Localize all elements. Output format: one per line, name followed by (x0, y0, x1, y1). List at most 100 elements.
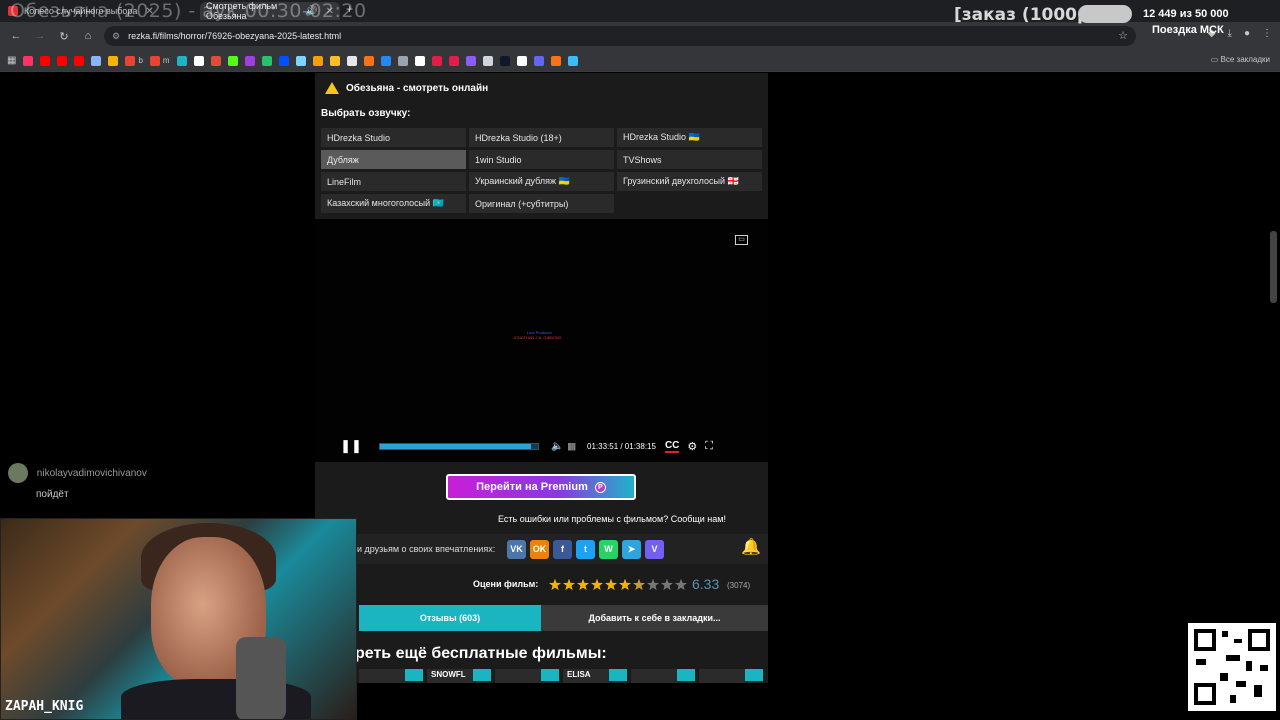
menu-icon[interactable]: ⋮ (1262, 28, 1272, 39)
viber-share-icon[interactable]: V (645, 540, 664, 559)
bookmark-item[interactable] (533, 55, 544, 66)
whatsapp-share-icon[interactable]: W (599, 540, 618, 559)
address-bar[interactable]: ⚙ rezka.fi/films/horror/76926-obezyana-2… (104, 26, 1136, 46)
dub-option[interactable]: Казахский многоголосый 🇰🇿 (321, 194, 466, 213)
rating-star[interactable] (661, 578, 673, 591)
dub-option[interactable]: HDrezka Studio 🇺🇦 (617, 128, 762, 147)
bookmark-item[interactable] (74, 55, 85, 66)
dub-option[interactable]: Дубляж (321, 150, 466, 169)
video-player[interactable]: ▭ Line Producer JONATHAN J.B. GIBBONS ❚❚… (315, 219, 768, 462)
tag-icon (397, 55, 408, 66)
vk-share-icon[interactable]: VK (507, 540, 526, 559)
fullscreen-icon[interactable]: ⛶ (705, 440, 713, 453)
bookmark-item[interactable] (23, 55, 34, 66)
rating-star[interactable] (563, 578, 575, 591)
rating-star[interactable] (633, 578, 645, 591)
bookmark-item[interactable] (567, 55, 578, 66)
bookmark-item[interactable] (193, 55, 204, 66)
rating-star[interactable] (549, 578, 561, 591)
bookmark-item[interactable] (227, 55, 238, 66)
rating-star[interactable] (605, 578, 617, 591)
bookmark-item[interactable] (414, 55, 425, 66)
bookmark-item[interactable] (91, 55, 102, 66)
bookmark-item[interactable] (312, 55, 323, 66)
dub-option[interactable]: Оригинал (+субтитры) (469, 194, 614, 213)
bookmark-item[interactable] (57, 55, 68, 66)
report-link[interactable]: Есть ошибки или проблемы с фильмом? Сооб… (498, 514, 726, 524)
bookmark-star-icon[interactable]: ☆ (1118, 29, 1128, 42)
bookmark-item[interactable] (40, 55, 51, 66)
dub-option[interactable]: HDrezka Studio (321, 128, 466, 147)
film-thumb[interactable] (699, 669, 763, 683)
bookmark-item[interactable] (108, 55, 119, 66)
scrollbar[interactable] (1270, 231, 1277, 303)
home-icon[interactable]: ⌂ (80, 28, 96, 44)
all-bookmarks-label: Все закладки (1220, 55, 1270, 64)
forward-icon[interactable]: → (32, 28, 48, 44)
bookmark-item[interactable] (176, 55, 187, 66)
rating-star[interactable] (647, 578, 659, 591)
dub-option[interactable]: 1win Studio (469, 150, 614, 169)
apps-icon[interactable]: ▦ (7, 55, 16, 66)
film-thumb[interactable]: SNOWFL (427, 669, 491, 683)
pip-icon[interactable]: ▭ (735, 235, 748, 245)
rating-star[interactable] (619, 578, 631, 591)
profile-icon[interactable]: ● (1244, 28, 1250, 39)
rating-star[interactable] (577, 578, 589, 591)
volume-slider[interactable]: ||||||| (567, 442, 575, 451)
film-thumb[interactable] (495, 669, 559, 683)
back-icon[interactable]: ← (8, 28, 24, 44)
bookmark-item[interactable] (499, 55, 510, 66)
volume-icon[interactable]: 🔈 (551, 441, 563, 452)
rating-star[interactable] (675, 578, 687, 591)
bookmark-item[interactable]: m (149, 55, 170, 66)
bell-icon[interactable]: 🔔 (738, 537, 764, 561)
film-thumb[interactable] (631, 669, 695, 683)
rating-stars[interactable] (548, 578, 688, 592)
bookmark-item[interactable] (329, 55, 340, 66)
dub-option[interactable]: HDrezka Studio (18+) (469, 128, 614, 147)
bookmark-item[interactable] (516, 55, 527, 66)
bookmark-item[interactable] (295, 55, 306, 66)
add-bookmark-button[interactable]: Добавить к себе в закладки... (541, 605, 768, 631)
bookmark-item[interactable] (448, 55, 459, 66)
bookmark-item[interactable] (465, 55, 476, 66)
dub-option[interactable]: TVShows (617, 150, 762, 169)
twitter-share-icon[interactable]: t (576, 540, 595, 559)
pause-icon[interactable]: ❚❚ (333, 438, 369, 454)
bookmark-item[interactable] (397, 55, 408, 66)
film-thumb[interactable]: ELISA (563, 669, 627, 683)
bookmark-item[interactable] (550, 55, 561, 66)
bookmark-item[interactable]: b (125, 55, 143, 66)
facebook-share-icon[interactable]: f (553, 540, 572, 559)
settings-icon[interactable]: ⚙ (687, 440, 697, 453)
bookmark-item[interactable] (244, 55, 255, 66)
ok-share-icon[interactable]: OK (530, 540, 549, 559)
all-bookmarks[interactable]: ▭ Все закладки (1211, 55, 1270, 64)
bookmark-item[interactable] (482, 55, 493, 66)
reload-icon[interactable]: ↻ (56, 28, 72, 44)
rating-star[interactable] (591, 578, 603, 591)
telegram-share-icon[interactable]: ➤ (622, 540, 641, 559)
reviews-button[interactable]: Отзывы (603) (359, 605, 541, 631)
toolbar: ← → ↻ ⌂ ⚙ rezka.fi/films/horror/76926-ob… (0, 22, 1280, 50)
url-text: rezka.fi/films/horror/76926-obezyana-202… (128, 31, 342, 41)
subtitles-icon[interactable]: CC (664, 440, 680, 453)
dub-option[interactable]: LineFilm (321, 172, 466, 191)
bookmark-item[interactable] (380, 55, 391, 66)
chat-message: nikolayvadimovichivanov пойдёт (8, 463, 147, 500)
download-icon[interactable]: ⤓ (1228, 28, 1232, 39)
dub-option[interactable]: Украинский дубляж 🇺🇦 (469, 172, 614, 191)
dub-option[interactable]: Грузинский двухголосый 🇬🇪 (617, 172, 762, 191)
site-info-icon[interactable]: ⚙ (112, 31, 120, 42)
bookmark-item[interactable] (261, 55, 272, 66)
bookmark-item[interactable] (278, 55, 289, 66)
bookmark-item[interactable] (431, 55, 442, 66)
progress-bar[interactable] (379, 442, 539, 450)
progress-fill (380, 443, 531, 449)
film-thumb[interactable] (359, 669, 423, 683)
premium-button[interactable]: Перейти на Premium P (446, 474, 636, 500)
bookmark-item[interactable] (346, 55, 357, 66)
bookmark-item[interactable] (210, 55, 221, 66)
bookmark-item[interactable] (363, 55, 374, 66)
